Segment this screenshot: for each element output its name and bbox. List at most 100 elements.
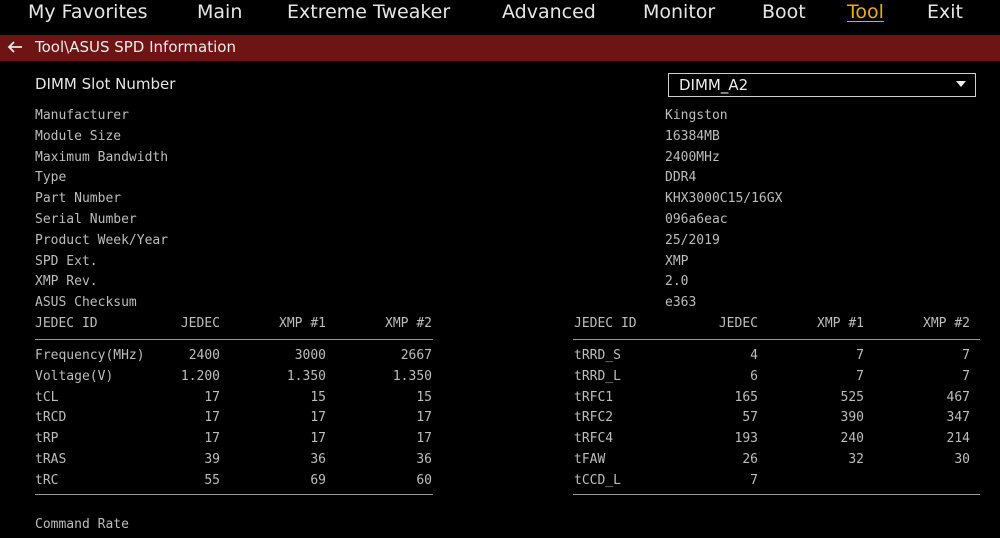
info-value: 096a6eac: [665, 212, 728, 227]
timing-value: 17: [416, 410, 432, 426]
timing-value: 7: [750, 472, 758, 488]
timing-label: tFAW: [574, 452, 606, 467]
timing-value: 55: [204, 472, 220, 488]
info-value: 16384MB: [665, 128, 720, 144]
timing-value: 17: [310, 431, 326, 447]
chevron-down-icon: [956, 81, 966, 87]
timing-value: 39: [204, 452, 220, 467]
column-header: XMP #1: [279, 316, 326, 331]
info-row: XMP Rev. 2.0: [0, 274, 1000, 294]
info-row: Product Week/Year 25/2019: [0, 233, 1000, 253]
timing-value: 525: [840, 389, 864, 405]
timing-value: 165: [734, 389, 758, 405]
timing-value: 7: [962, 368, 970, 384]
timing-value: 240: [840, 431, 864, 447]
info-value: 25/2019: [665, 232, 720, 248]
menu-boot[interactable]: Boot: [762, 1, 806, 23]
timing-value: 6: [750, 368, 758, 384]
timing-value: 1.350: [286, 368, 326, 384]
info-value: 2.0: [665, 274, 689, 290]
timing-value: 1.350: [392, 368, 432, 384]
timing-label: tRFC1: [574, 389, 614, 405]
info-row: ASUS Checksum e363: [0, 295, 1000, 315]
info-label: XMP Rev.: [35, 274, 98, 290]
info-row: Part Number KHX3000C15/16GX: [0, 191, 1000, 211]
info-label: Product Week/Year: [35, 232, 169, 248]
dimm-slot-label: DIMM Slot Number: [35, 75, 176, 93]
timing-label: tRRD_S: [574, 348, 621, 363]
right-header-divider: [573, 339, 980, 340]
dimm-slot-dropdown[interactable]: DIMM_A2: [668, 73, 976, 97]
info-value: DDR4: [665, 170, 697, 186]
timing-value: 17: [204, 410, 220, 426]
timing-value: 26: [742, 452, 758, 467]
menu-advanced[interactable]: Advanced: [502, 1, 596, 23]
timing-value: 7: [962, 348, 970, 363]
info-row: Serial Number 096a6eac: [0, 212, 1000, 232]
column-header: XMP #1: [817, 316, 864, 331]
timing-value: 15: [416, 389, 432, 405]
column-header: JEDEC ID: [574, 316, 637, 331]
timing-value: 17: [416, 431, 432, 447]
dimm-slot-selected: DIMM_A2: [679, 76, 749, 94]
info-label: Manufacturer: [35, 108, 129, 123]
column-header: JEDEC: [180, 316, 220, 331]
timing-label: tRFC2: [574, 410, 614, 426]
info-label: Type: [35, 170, 67, 186]
timing-value: 7: [856, 348, 864, 363]
timing-label: tRP: [35, 431, 59, 447]
timing-value: 32: [848, 452, 864, 467]
info-label: Part Number: [35, 191, 122, 207]
timing-label: Frequency(MHz): [35, 348, 145, 363]
column-header: XMP #2: [385, 316, 432, 331]
info-value: 2400MHz: [665, 149, 720, 165]
timing-value: 214: [946, 431, 970, 447]
menu-my-favorites[interactable]: My Favorites: [28, 1, 148, 23]
arrow-left-icon[interactable]: [6, 38, 24, 56]
timing-value: 2400: [188, 348, 220, 363]
info-label: Serial Number: [35, 212, 137, 227]
timing-label: tRAS: [35, 452, 67, 467]
timing-value: 36: [416, 452, 432, 467]
left-table-divider: [35, 494, 433, 495]
column-header: XMP #2: [923, 316, 970, 331]
timing-value: 17: [204, 389, 220, 405]
info-label: Maximum Bandwidth: [35, 149, 169, 165]
timing-value: 2667: [400, 348, 432, 363]
breadcrumb: Tool\ASUS SPD Information: [35, 38, 236, 56]
timing-value: 390: [840, 410, 864, 426]
info-row: Maximum Bandwidth 2400MHz: [0, 150, 1000, 170]
timing-value: 347: [946, 410, 970, 426]
command-rate-label: Command Rate: [35, 517, 129, 532]
timing-value: 36: [310, 452, 326, 467]
info-value: Kingston: [665, 108, 728, 123]
left-header-divider: [35, 339, 433, 340]
timing-label: tRFC4: [574, 431, 614, 447]
timing-value: 1.200: [180, 368, 220, 384]
timing-value: 193: [734, 431, 758, 447]
timing-value: 3000: [294, 348, 326, 363]
info-value: KHX3000C15/16GX: [665, 191, 783, 207]
timing-value: 7: [856, 368, 864, 384]
right-table-divider: [573, 494, 980, 495]
timing-value: 17: [204, 431, 220, 447]
timing-value: 17: [310, 410, 326, 426]
info-label: Module Size: [35, 128, 122, 144]
menu-extreme-tweaker[interactable]: Extreme Tweaker: [287, 1, 450, 23]
timing-value: 30: [954, 452, 970, 467]
info-value: e363: [665, 295, 697, 311]
info-value: XMP: [665, 253, 689, 269]
timing-label: tRC: [35, 472, 59, 488]
info-row: Type DDR4: [0, 170, 1000, 190]
timing-value: 15: [310, 389, 326, 405]
timing-label: tRCD: [35, 410, 67, 426]
menu-exit[interactable]: Exit: [927, 1, 963, 23]
timing-label: tCCD_L: [574, 472, 621, 488]
column-header: JEDEC: [718, 316, 758, 331]
menu-tool[interactable]: Tool: [847, 1, 884, 23]
info-row: Module Size 16384MB: [0, 129, 1000, 149]
menu-main[interactable]: Main: [197, 1, 242, 23]
breadcrumb-bar: Tool\ASUS SPD Information: [0, 35, 1000, 61]
info-row: SPD Ext. XMP: [0, 254, 1000, 274]
menu-monitor[interactable]: Monitor: [643, 1, 715, 23]
